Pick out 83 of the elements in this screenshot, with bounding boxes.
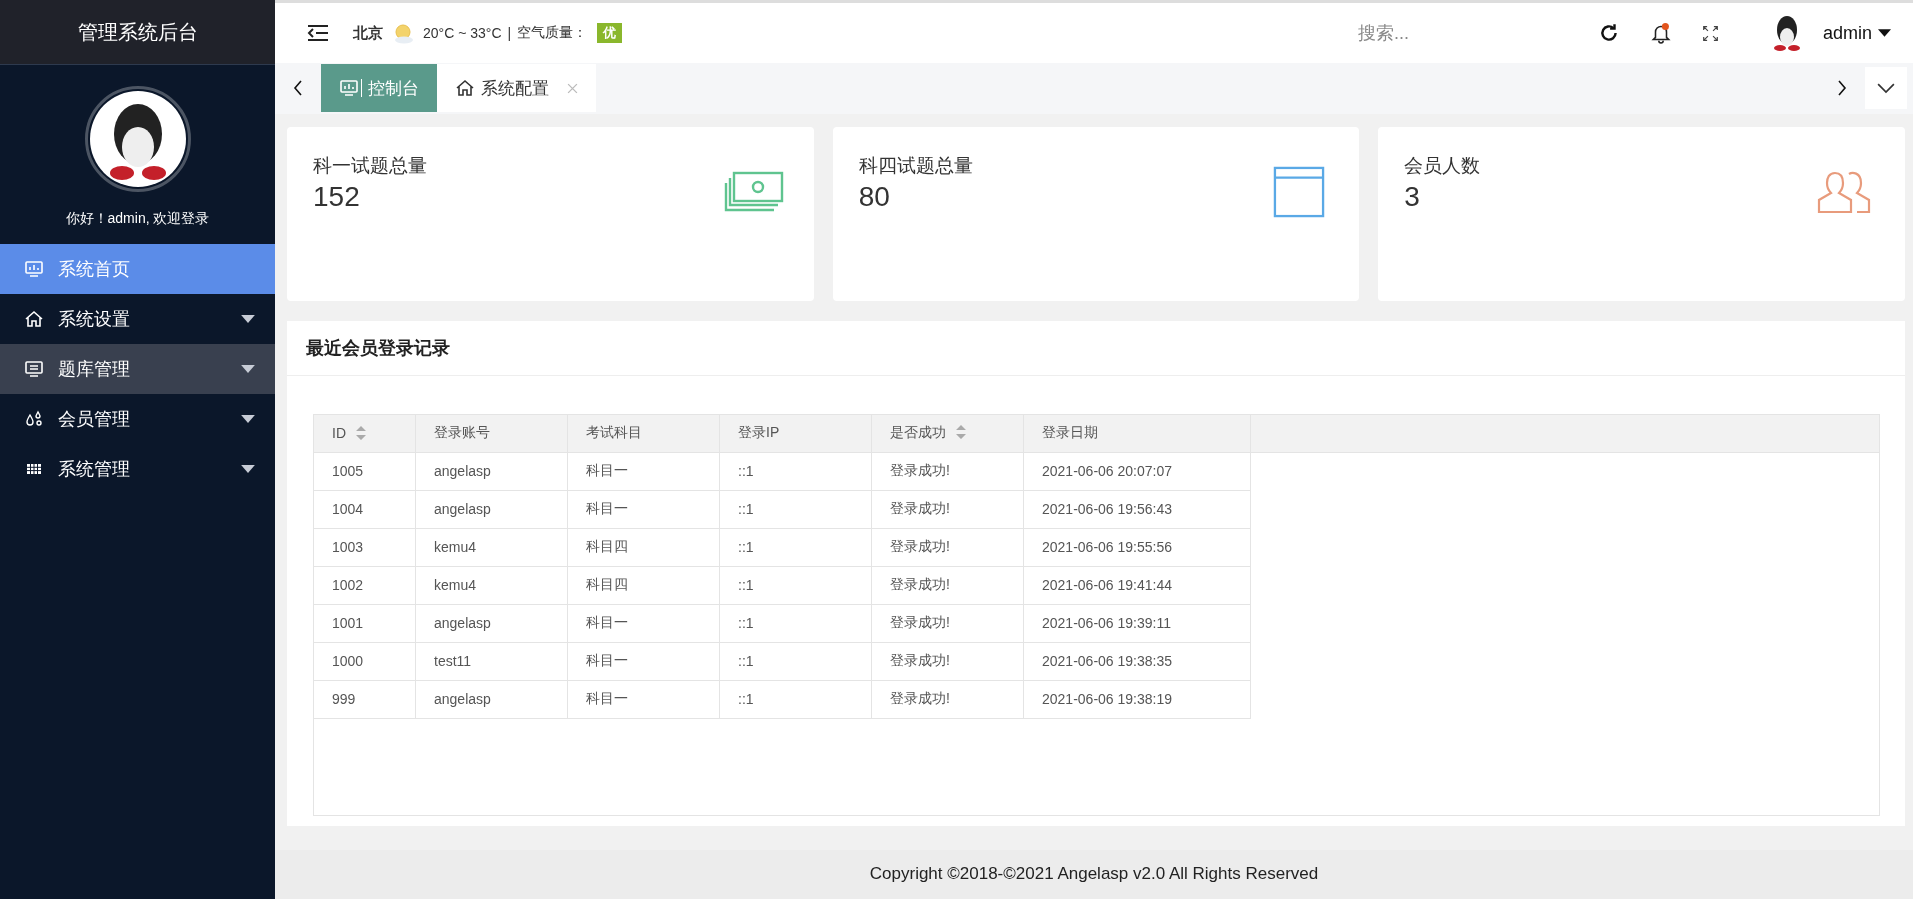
tab[interactable]: 系统配置 — [437, 64, 596, 113]
app-title: 管理系统后台 — [77, 19, 198, 45]
table-cell: 登录成功! — [871, 528, 1024, 567]
stat-label: 科一试题总量 — [313, 153, 427, 178]
drops-icon — [24, 409, 44, 429]
table-cell: angelasp — [415, 452, 568, 491]
table-cell: 登录成功! — [871, 642, 1024, 681]
column-header[interactable]: 登录账号 — [415, 414, 568, 453]
table-cell: 2021-06-06 19:55:56 — [1023, 528, 1251, 567]
air-quality-badge: 优 — [597, 23, 623, 44]
column-header[interactable]: 登录日期 — [1023, 414, 1251, 453]
table-cell: 科目四 — [567, 566, 720, 605]
monitor-icon — [24, 259, 44, 279]
table-cell: 登录成功! — [871, 566, 1024, 605]
user-menu[interactable]: admin — [1822, 22, 1891, 44]
table-cell: ::1 — [719, 642, 872, 681]
column-header[interactable]: ID — [314, 414, 416, 453]
stat-value: 152 — [313, 180, 361, 213]
table-cell: 999 — [314, 680, 416, 719]
table-cell: 科目一 — [567, 490, 720, 529]
column-header[interactable]: 登录IP — [719, 414, 872, 453]
fullscreen-icon[interactable] — [1701, 24, 1719, 42]
menu-item[interactable]: 题库管理 — [0, 344, 275, 394]
caret-icon — [1878, 29, 1891, 38]
table-cell: 登录成功! — [871, 490, 1024, 529]
stat-value: 3 — [1404, 180, 1421, 213]
menu-item[interactable]: 系统设置 — [0, 294, 275, 344]
air-quality-label: 空气质量： — [517, 24, 588, 43]
city-label: 北京 — [353, 23, 383, 43]
table-cell: 1002 — [314, 566, 416, 605]
separator-text: | — [507, 25, 512, 42]
table-cell: angelasp — [415, 604, 568, 643]
table-cell: ::1 — [719, 604, 872, 643]
table-cell: 科目一 — [567, 452, 720, 491]
table-cell: 2021-06-06 19:56:43 — [1023, 490, 1251, 529]
table-cell: 登录成功! — [871, 604, 1024, 643]
board-icon — [24, 359, 44, 379]
table-cell: angelasp — [415, 490, 568, 529]
table-cell: 1004 — [314, 490, 416, 529]
menu-item[interactable]: 系统管理 — [0, 444, 275, 494]
bell-icon[interactable] — [1649, 22, 1672, 45]
temperature-text: 20°C ~ 33°C — [423, 25, 502, 42]
table-cell: 1001 — [314, 604, 416, 643]
table-cell: 登录成功! — [871, 452, 1024, 491]
table-cell: 2021-06-06 19:39:11 — [1023, 604, 1251, 643]
table-cell: ::1 — [719, 490, 872, 529]
stat-label: 科四试题总量 — [858, 153, 973, 178]
table-cell: ::1 — [719, 680, 872, 719]
table-cell: test11 — [415, 642, 568, 681]
home-icon — [455, 78, 475, 99]
table-cell: ::1 — [719, 566, 872, 605]
chevron-left-icon[interactable] — [293, 80, 303, 97]
table-cell: angelasp — [415, 680, 568, 719]
table-cell: 2021-06-06 19:38:35 — [1023, 642, 1251, 681]
table-cell: 科目一 — [567, 642, 720, 681]
table-cell: 2021-06-06 20:07:07 — [1023, 452, 1251, 491]
home-icon — [24, 309, 44, 329]
table-cell: 1000 — [314, 642, 416, 681]
menu-toggle-icon[interactable] — [307, 24, 329, 43]
menu-item[interactable]: 会员管理 — [0, 394, 275, 444]
table-cell: 科目四 — [567, 528, 720, 567]
tab-menu-button[interactable] — [1865, 67, 1907, 110]
column-header[interactable]: 考试科目 — [567, 414, 720, 453]
chevron-right-icon[interactable] — [1837, 80, 1847, 97]
stat-value: 80 — [858, 180, 891, 213]
table-cell: 2021-06-06 19:41:44 — [1023, 566, 1251, 605]
monitor-icon — [339, 78, 359, 99]
table-cell: 登录成功! — [871, 680, 1024, 719]
copyright-text: Copyright ©2018-©2021 Angelasp v2.0 All Rights Reserved — [869, 864, 1319, 885]
table-cell: 2021-06-06 19:38:19 — [1023, 680, 1251, 719]
table-cell: ::1 — [719, 528, 872, 567]
chevron-down-icon — [1877, 82, 1895, 95]
table-cell: 科目一 — [567, 680, 720, 719]
column-header[interactable]: 是否成功 — [871, 414, 1024, 453]
table-cell: kemu4 — [415, 528, 568, 567]
table-cell: 1003 — [314, 528, 416, 567]
table-cell: 1005 — [314, 452, 416, 491]
table-cell: kemu4 — [415, 566, 568, 605]
welcome-text: 你好！admin, 欢迎登录 — [64, 210, 211, 228]
table-cell: 科目一 — [567, 604, 720, 643]
stat-label: 会员人数 — [1404, 153, 1481, 178]
panel-title: 最近会员登录记录 — [287, 320, 1905, 376]
table-cell: ::1 — [719, 452, 872, 491]
